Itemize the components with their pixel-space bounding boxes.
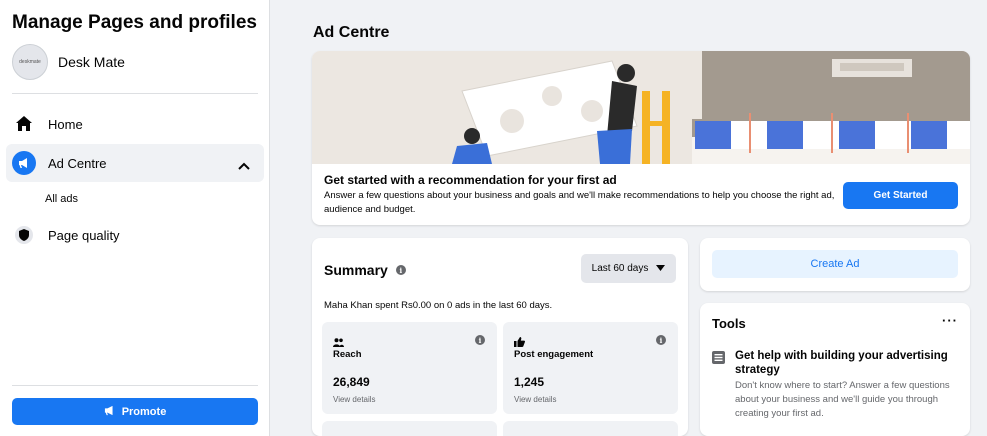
view-details-link[interactable]: View details <box>333 395 376 404</box>
profile-name: Desk Mate <box>58 54 125 70</box>
promote-label: Promote <box>121 405 167 418</box>
divider <box>12 93 258 94</box>
caret-down-icon <box>656 263 666 274</box>
sidebar-item-home[interactable]: Home <box>6 105 264 143</box>
shield-icon <box>12 223 36 247</box>
summary-title: Summary <box>324 262 388 278</box>
metric-card-engagement[interactable]: Post engagement i 1,245 View details <box>503 322 678 414</box>
sidebar-item-ad-centre[interactable]: Ad Centre <box>6 144 264 182</box>
summary-card: Summary i Last 60 days Maha Khan spent R… <box>312 238 688 436</box>
sidebar-item-label: Page quality <box>48 227 120 243</box>
date-range-dropdown[interactable]: Last 60 days <box>581 254 676 283</box>
sidebar-subitem-all-ads[interactable]: All ads <box>45 193 78 205</box>
recommendation-card: Get started with a recommendation for yo… <box>312 51 970 225</box>
summary-description: Maha Khan spent Rs0.00 on 0 ads in the l… <box>324 300 553 311</box>
metric-label: Reach <box>333 349 362 360</box>
tool-description: Don't know where to start? Answer a few … <box>735 380 950 419</box>
date-range-label: Last 60 days <box>591 263 649 274</box>
list-icon <box>712 351 725 369</box>
sidebar-title: Manage Pages and profiles <box>12 12 257 33</box>
info-icon[interactable]: i <box>475 335 485 345</box>
hero-heading: Get started with a recommendation for yo… <box>324 173 617 187</box>
hero-illustration <box>312 51 970 164</box>
sidebar-item-label: Ad Centre <box>48 155 107 171</box>
metric-value: 1,245 <box>514 375 545 389</box>
sidebar-item-page-quality[interactable]: Page quality <box>6 216 264 254</box>
metric-card-reach[interactable]: Reach i 26,849 View details <box>322 322 497 414</box>
avatar: deskmate <box>12 44 48 80</box>
hero-text: Get started with a recommendation for yo… <box>324 173 844 217</box>
tools-title: Tools <box>712 316 746 331</box>
profile-switcher[interactable]: deskmate Desk Mate <box>12 44 125 80</box>
hero-body: Answer a few questions about your busine… <box>324 190 835 215</box>
info-icon[interactable]: i <box>656 335 666 345</box>
tools-card: Tools ··· Get help with building your ad… <box>700 303 970 436</box>
more-options-icon[interactable]: ··· <box>942 313 958 328</box>
metric-card <box>503 421 678 436</box>
sidebar: Manage Pages and profiles deskmate Desk … <box>0 0 270 436</box>
create-ad-button[interactable]: Create Ad <box>712 250 958 278</box>
summary-header: Summary i <box>324 262 406 278</box>
megaphone-icon <box>12 151 36 175</box>
metric-label: Post engagement <box>514 349 594 360</box>
metric-value: 26,849 <box>333 375 370 389</box>
megaphone-icon <box>104 405 116 419</box>
view-details-link[interactable]: View details <box>514 395 557 404</box>
avatar-logo-text: deskmate <box>19 59 41 65</box>
metric-card <box>322 421 497 436</box>
create-ad-card: Create Ad <box>700 238 970 291</box>
home-icon <box>12 112 36 136</box>
tool-heading[interactable]: Get help with building your advertising … <box>735 349 960 377</box>
info-icon[interactable]: i <box>395 265 406 275</box>
promote-button[interactable]: Promote <box>12 398 258 425</box>
divider <box>12 385 258 386</box>
page-title: Ad Centre <box>313 24 390 41</box>
chevron-up-icon[interactable] <box>238 157 250 175</box>
get-started-button[interactable]: Get Started <box>843 182 958 209</box>
sidebar-item-label: Home <box>48 116 83 132</box>
